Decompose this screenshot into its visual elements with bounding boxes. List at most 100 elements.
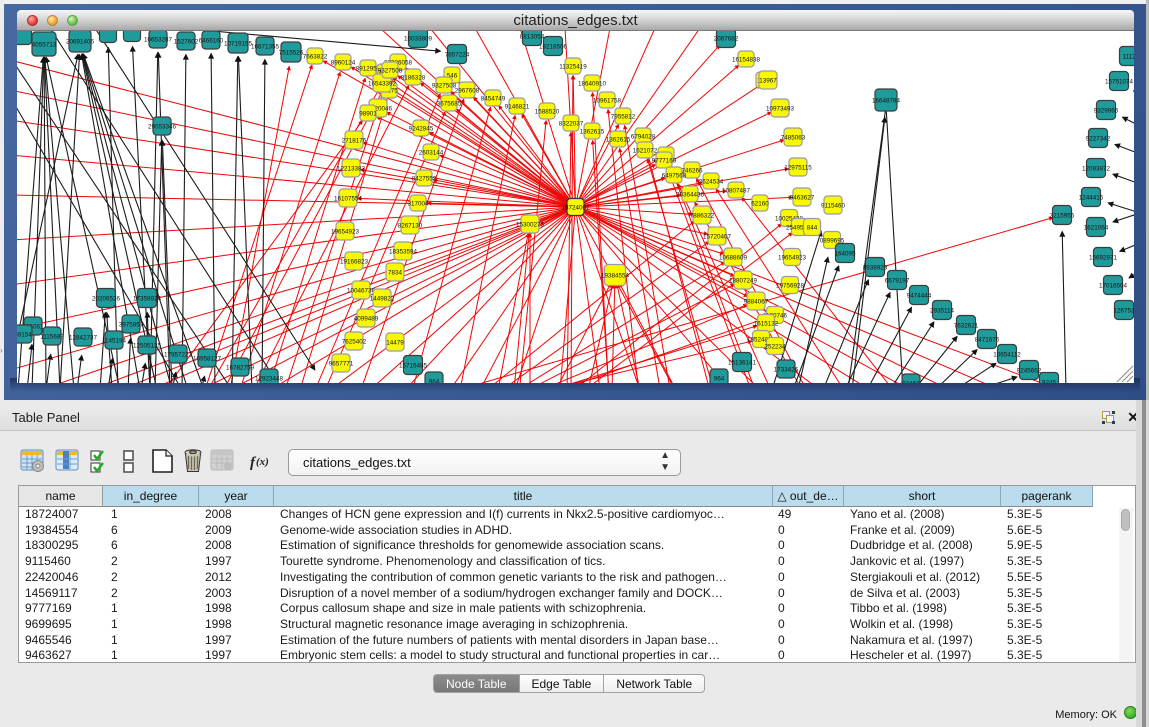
svg-text:7663822: 7663822	[303, 53, 328, 60]
svg-text:6497568: 6497568	[662, 172, 687, 179]
svg-text:15720407: 15720407	[703, 233, 732, 240]
svg-text:9329966: 9329966	[1094, 107, 1119, 114]
svg-text:10653287: 10653287	[144, 36, 173, 43]
svg-text:9474444: 9474444	[907, 292, 932, 299]
svg-text:9245652: 9245652	[1017, 367, 1042, 374]
svg-text:1588520: 1588520	[535, 108, 560, 115]
svg-text:8186328: 8186328	[401, 74, 426, 81]
svg-text:16543392: 16543392	[368, 80, 397, 87]
svg-text:9245: 9245	[1042, 379, 1057, 383]
svg-text:317004: 317004	[407, 200, 429, 207]
svg-text:1527602: 1527602	[174, 38, 199, 45]
svg-text:29053346: 29053346	[148, 123, 177, 130]
svg-text:18807249: 18807249	[729, 277, 758, 284]
svg-text:19654923: 19654923	[778, 254, 807, 261]
svg-text:92450: 92450	[902, 380, 920, 383]
svg-text:1362615: 1362615	[606, 136, 631, 143]
svg-text:964: 964	[429, 378, 440, 383]
svg-text:8813054: 8813054	[520, 33, 545, 40]
svg-text:4055713: 4055713	[32, 41, 57, 48]
svg-text:10973493: 10973493	[766, 105, 795, 112]
svg-text:9777169: 9777169	[652, 157, 677, 164]
svg-text:16154838: 16154838	[732, 56, 761, 63]
svg-text:17359924: 17359924	[133, 295, 162, 302]
svg-text:16782759: 16782759	[226, 364, 255, 371]
svg-text:2087682: 2087682	[714, 35, 739, 42]
svg-text:17016504: 17016504	[1099, 282, 1128, 289]
svg-text:19756928: 19756928	[776, 282, 805, 289]
svg-text:3675685: 3675685	[437, 100, 462, 107]
svg-text:8427552: 8427552	[412, 175, 437, 182]
svg-text:2718176: 2718176	[342, 137, 367, 144]
svg-text:9657771: 9657771	[329, 360, 354, 367]
svg-text:7857224: 7857224	[445, 51, 470, 58]
svg-text:7886322: 7886322	[690, 212, 715, 219]
svg-text:10688609: 10688609	[719, 254, 748, 261]
svg-text:19218506: 19218506	[539, 43, 568, 50]
svg-text:(x): (x)	[256, 456, 269, 468]
svg-text:98901: 98901	[359, 110, 377, 117]
svg-text:2967608: 2967608	[455, 87, 480, 94]
svg-text:20206526: 20206526	[92, 295, 121, 302]
svg-text:9242845: 9242845	[409, 125, 434, 132]
svg-text:39154: 39154	[17, 331, 32, 338]
svg-text:15136141: 15136141	[728, 359, 757, 366]
svg-text:12923448: 12923448	[255, 375, 284, 382]
svg-text:19166823: 19166823	[340, 258, 369, 265]
svg-text:9227342: 9227342	[1086, 135, 1111, 142]
svg-text:3624534: 3624534	[699, 178, 724, 185]
svg-text:9115460: 9115460	[821, 202, 846, 209]
svg-text:252234: 252234	[764, 343, 786, 350]
svg-text:1621072: 1621072	[633, 147, 658, 154]
svg-text:19654923: 19654923	[331, 228, 360, 235]
svg-text:1115689: 1115689	[40, 333, 64, 340]
svg-text:126753: 126753	[1113, 307, 1134, 314]
svg-text:18724007: 18724007	[561, 204, 590, 211]
svg-text:8938923: 8938923	[863, 264, 888, 271]
svg-text:12505135: 12505135	[133, 342, 162, 349]
svg-text:1145194: 1145194	[102, 337, 127, 344]
svg-text:16648784: 16648784	[872, 97, 901, 104]
svg-text:9463627: 9463627	[790, 194, 815, 201]
svg-text:7625402: 7625402	[342, 338, 367, 345]
svg-text:7834: 7834	[388, 269, 403, 276]
svg-text:16107554: 16107554	[334, 195, 363, 202]
svg-text:16033809: 16033809	[404, 35, 433, 42]
svg-text:4099489: 4099489	[354, 315, 379, 322]
svg-text:62160: 62160	[751, 200, 769, 207]
svg-text:10719155: 10719155	[224, 40, 253, 47]
svg-text:10807487: 10807487	[722, 187, 751, 194]
svg-text:11325419: 11325419	[559, 63, 587, 70]
svg-text:15716485: 15716485	[399, 362, 428, 369]
svg-text:1362615: 1362615	[580, 128, 605, 135]
svg-text:10958127: 10958127	[193, 355, 222, 362]
svg-text:20691406: 20691406	[66, 38, 95, 45]
svg-text:7515526: 7515526	[279, 49, 304, 56]
svg-text:15692971: 15692971	[1089, 254, 1118, 261]
svg-text:9327508: 9327508	[378, 67, 403, 74]
svg-text:10961758: 10961758	[593, 97, 622, 104]
svg-text:7632621: 7632621	[954, 322, 979, 329]
svg-text:9146821: 9146821	[505, 103, 530, 110]
svg-text:18640910: 18640910	[578, 80, 607, 87]
svg-text:6466160: 6466160	[199, 37, 224, 44]
svg-text:3215955: 3215955	[1050, 212, 1075, 219]
svg-text:7955812: 7955812	[611, 113, 636, 120]
svg-text:2603144: 2603144	[419, 149, 444, 156]
svg-text:964: 964	[714, 375, 725, 382]
svg-text:10046736: 10046736	[347, 287, 376, 294]
svg-text:6679197: 6679197	[885, 277, 910, 284]
svg-text:3975857: 3975857	[119, 321, 144, 328]
svg-text:14479: 14479	[386, 339, 404, 346]
svg-text:12975115: 12975115	[784, 164, 812, 171]
svg-text:15300275: 15300275	[516, 221, 545, 228]
svg-text:6794028: 6794028	[631, 133, 656, 140]
svg-text:9327508: 9327508	[432, 82, 457, 89]
svg-text:12842737: 12842737	[69, 334, 98, 341]
svg-text:12213383: 12213383	[337, 165, 366, 172]
svg-text:16671355: 16671355	[251, 43, 280, 50]
svg-text:8471676: 8471676	[975, 336, 1000, 343]
svg-text:8322037: 8322037	[559, 120, 584, 127]
svg-text:1244415: 1244415	[1079, 194, 1104, 201]
svg-text:19384554: 19384554	[601, 272, 630, 279]
